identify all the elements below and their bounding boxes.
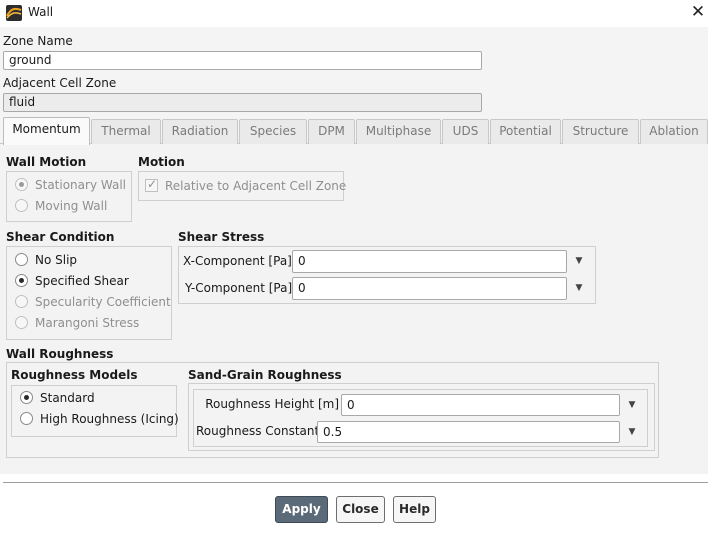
motion-title: Motion	[138, 155, 185, 169]
marangoni-stress-label: Marangoni Stress	[35, 316, 140, 330]
specularity-coefficient-label: Specularity Coefficient	[35, 295, 171, 309]
zone-name-input[interactable]: ground	[3, 51, 482, 70]
title-bar	[0, 0, 708, 27]
tab-structure[interactable]: Structure	[562, 119, 639, 144]
y-component-input[interactable]: 0	[292, 277, 567, 300]
roughness-height-label: Roughness Height [m]	[205, 397, 339, 411]
no-slip-radio[interactable]	[15, 253, 28, 266]
relative-to-adjacent-label: Relative to Adjacent Cell Zone	[165, 179, 347, 193]
wall-motion-title: Wall Motion	[6, 155, 87, 169]
tab-dpm[interactable]: DPM	[308, 119, 355, 144]
close-icon[interactable]: ✕	[690, 3, 706, 21]
zone-name-label: Zone Name	[3, 34, 73, 48]
tab-species[interactable]: Species	[239, 119, 307, 144]
moving-wall-radio	[15, 199, 28, 212]
stationary-wall-radio	[15, 178, 28, 191]
help-button[interactable]: Help	[393, 496, 436, 523]
roughness-height-input[interactable]: 0	[341, 394, 620, 416]
sand-grain-roughness-title: Sand-Grain Roughness	[188, 368, 342, 382]
tab-potential[interactable]: Potential	[490, 119, 561, 144]
moving-wall-label: Moving Wall	[35, 199, 108, 213]
standard-label[interactable]: Standard	[40, 391, 95, 405]
tab-momentum[interactable]: Momentum	[3, 117, 90, 145]
button-separator	[3, 482, 708, 483]
standard-radio[interactable]	[20, 391, 33, 404]
apply-button[interactable]: Apply	[275, 496, 328, 523]
shear-stress-title: Shear Stress	[178, 230, 265, 244]
roughness-constant-dropdown-icon[interactable]: ▼	[626, 426, 638, 438]
shear-condition-title: Shear Condition	[6, 230, 115, 244]
specified-shear-label[interactable]: Specified Shear	[35, 274, 129, 288]
close-button[interactable]: Close	[336, 496, 385, 523]
tab-ablation[interactable]: Ablation	[640, 119, 708, 144]
y-component-label: Y-Component [Pa]	[185, 281, 293, 295]
marangoni-stress-radio	[15, 316, 28, 329]
stationary-wall-label: Stationary Wall	[35, 178, 126, 192]
roughness-height-dropdown-icon[interactable]: ▼	[626, 399, 638, 411]
y-component-dropdown-icon[interactable]: ▼	[573, 282, 585, 294]
adjacent-cell-zone-label: Adjacent Cell Zone	[3, 76, 117, 90]
tab-multiphase[interactable]: Multiphase	[356, 119, 441, 144]
x-component-input[interactable]: 0	[292, 250, 567, 273]
tab-uds[interactable]: UDS	[442, 119, 489, 144]
roughness-constant-input[interactable]: 0.5	[317, 421, 620, 443]
specularity-coefficient-radio	[15, 295, 28, 308]
high-roughness-icing-label[interactable]: High Roughness (Icing)	[40, 412, 179, 426]
relative-to-adjacent-checkbox	[145, 177, 158, 192]
x-component-dropdown-icon[interactable]: ▼	[573, 255, 585, 267]
roughness-constant-label: Roughness Constant	[196, 424, 320, 438]
no-slip-label[interactable]: No Slip	[35, 253, 77, 267]
tab-radiation[interactable]: Radiation	[162, 119, 238, 144]
specified-shear-radio[interactable]	[15, 274, 28, 287]
high-roughness-icing-radio[interactable]	[20, 412, 33, 425]
window-title: Wall	[28, 5, 54, 19]
fluent-app-icon	[6, 5, 22, 21]
adjacent-cell-zone-field: fluid	[3, 93, 482, 112]
tab-thermal[interactable]: Thermal	[91, 119, 161, 144]
wall-roughness-title: Wall Roughness	[6, 347, 114, 361]
x-component-label: X-Component [Pa]	[183, 254, 292, 268]
roughness-models-title: Roughness Models	[11, 368, 138, 382]
